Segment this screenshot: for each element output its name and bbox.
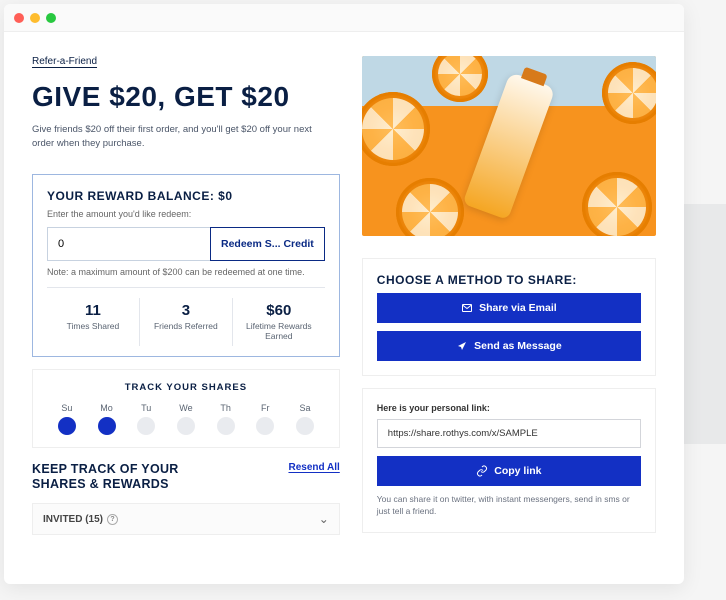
stats-row: 11 Times Shared 3 Friends Referred $60 L… [47,287,325,346]
stat-times-shared: 11 Times Shared [47,298,139,346]
invited-accordion[interactable]: INVITED (15) ? ⌄ [32,503,340,535]
hero-image [362,56,656,236]
breadcrumb[interactable]: Refer-a-Friend [32,56,340,67]
redeem-amount-input[interactable] [47,227,211,261]
redeem-note: Note: a maximum amount of $200 can be re… [47,267,325,277]
keep-track-title-line1: KEEP TRACK OF YOUR [32,462,179,476]
stat-value: 11 [53,302,133,319]
stat-value: 3 [146,302,226,319]
maximize-icon[interactable] [46,13,56,23]
day-th[interactable]: Th [206,403,246,435]
day-dot [296,417,314,435]
personal-link-input[interactable]: https://share.rothys.com/x/SAMPLE [377,419,641,448]
stat-label: Friends Referred [146,321,226,332]
window-titlebar [4,4,684,32]
close-icon[interactable] [14,13,24,23]
resend-all-link[interactable]: Resend All [288,462,339,473]
day-su[interactable]: Su [47,403,87,435]
day-dot [98,417,116,435]
stat-lifetime-rewards: $60 Lifetime Rewards Earned [232,298,325,346]
send-as-message-button[interactable]: Send as Message [377,331,641,361]
left-column: Refer-a-Friend GIVE $20, GET $20 Give fr… [32,56,340,584]
keep-track-header: KEEP TRACK OF YOUR SHARES & REWARDS Rese… [32,462,340,493]
track-shares-panel: TRACK YOUR SHARES Su Mo Tu We Th Fr Sa [32,369,340,448]
stat-label: Times Shared [53,321,133,332]
keep-track-title: KEEP TRACK OF YOUR SHARES & REWARDS [32,462,179,493]
day-sa[interactable]: Sa [285,403,325,435]
button-label: Copy link [494,465,541,477]
days-row: Su Mo Tu We Th Fr Sa [47,403,325,435]
day-label: Fr [245,403,285,413]
invited-label: INVITED (15) [43,514,103,525]
redeem-amount-label: Enter the amount you'd like redeem: [47,209,325,219]
day-dot [217,417,235,435]
stat-friends-referred: 3 Friends Referred [139,298,232,346]
day-dot [58,417,76,435]
day-mo[interactable]: Mo [87,403,127,435]
copy-link-button[interactable]: Copy link [377,456,641,486]
personal-link-panel: Here is your personal link: https://shar… [362,388,656,533]
day-label: Tu [126,403,166,413]
main-content: Refer-a-Friend GIVE $20, GET $20 Give fr… [4,32,684,584]
day-label: We [166,403,206,413]
day-we[interactable]: We [166,403,206,435]
day-dot [256,417,274,435]
track-title: TRACK YOUR SHARES [47,382,325,393]
day-label: Sa [285,403,325,413]
info-icon[interactable]: ? [107,514,118,525]
invited-label-wrap: INVITED (15) ? [43,514,118,525]
share-method-panel: CHOOSE A METHOD TO SHARE: Share via Emai… [362,258,656,376]
day-tu[interactable]: Tu [126,403,166,435]
personal-link-label: Here is your personal link: [377,403,641,413]
email-icon [461,302,473,314]
reward-balance-title: YOUR REWARD BALANCE: $0 [47,189,325,203]
keep-track-title-line2: SHARES & REWARDS [32,477,169,491]
day-label: Su [47,403,87,413]
share-via-email-button[interactable]: Share via Email [377,293,641,323]
right-column: CHOOSE A METHOD TO SHARE: Share via Emai… [362,56,656,584]
share-hint-text: You can share it on twitter, with instan… [377,494,641,518]
share-method-title: CHOOSE A METHOD TO SHARE: [377,273,641,287]
chevron-down-icon: ⌄ [319,512,329,526]
reward-balance-panel: YOUR REWARD BALANCE: $0 Enter the amount… [32,174,340,357]
day-fr[interactable]: Fr [245,403,285,435]
subcopy: Give friends $20 off their first order, … [32,123,312,152]
app-window: Refer-a-Friend GIVE $20, GET $20 Give fr… [4,4,684,584]
stat-label: Lifetime Rewards Earned [239,321,319,342]
button-label: Send as Message [474,340,562,352]
day-label: Th [206,403,246,413]
stat-value: $60 [239,302,319,319]
link-icon [476,465,488,477]
redeem-credit-button[interactable]: Redeem S... Credit [210,227,325,261]
minimize-icon[interactable] [30,13,40,23]
day-label: Mo [87,403,127,413]
messenger-icon [456,340,468,352]
day-dot [177,417,195,435]
button-label: Share via Email [479,302,557,314]
redeem-row: Redeem S... Credit [47,227,325,261]
headline: GIVE $20, GET $20 [32,81,340,113]
day-dot [137,417,155,435]
